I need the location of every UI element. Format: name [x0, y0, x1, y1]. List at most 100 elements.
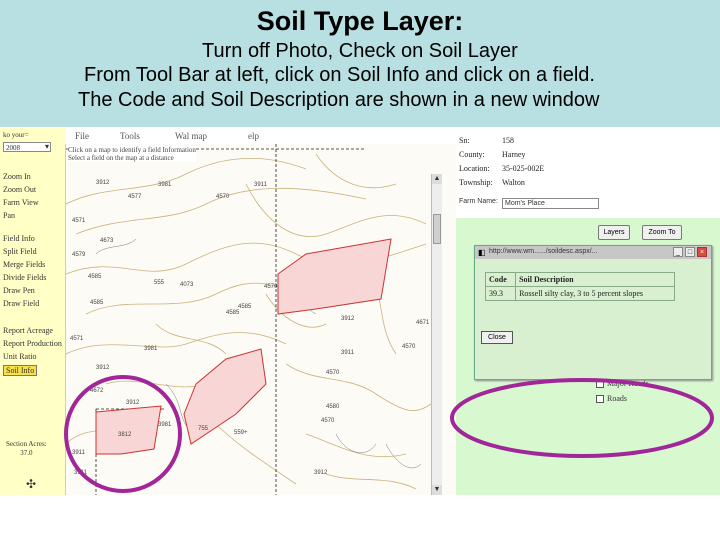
soil-map-svg[interactable]: 3912 3981 3911 4577 4570 4571 4673 4579 4585 555 4… [66, 144, 456, 495]
app-window: ko your= 2008 Zoom In Zoom Out Farm View Pa… [0, 128, 720, 495]
info-sn-label: Sn: [459, 136, 470, 145]
map-soil-label: 4570 [264, 284, 278, 290]
scroll-up-icon[interactable]: ▲ [432, 174, 442, 184]
info-location-value: 35-025-002E [502, 164, 545, 173]
map-soil-label: 3912 [126, 400, 140, 406]
map-soil-label: 4570 [321, 418, 335, 424]
map-message-line-2: Select a field on the map at a distance [68, 154, 174, 162]
tool-farm-view[interactable]: Farm View [3, 198, 39, 207]
info-sn-value: 158 [502, 136, 514, 145]
tool-report-production[interactable]: Report Production [3, 339, 62, 348]
map-soil-label: 3981 [158, 422, 172, 428]
map-soil-label: 559+ [234, 430, 248, 436]
farm-name-field: Farm Name: Mom's Place [459, 198, 601, 209]
map-soil-label: 3911 [254, 182, 268, 188]
map-soil-label: 3981 [158, 182, 172, 188]
tool-merge-fields[interactable]: Merge Fields [3, 260, 45, 269]
tool-draw-field[interactable]: Draw Field [3, 299, 39, 308]
menu-file[interactable]: File [75, 131, 89, 141]
map-soil-label: 555 [154, 280, 165, 286]
tool-unit-ratio[interactable]: Unit Ratio [3, 352, 37, 361]
selected-field-2 [183, 348, 267, 445]
map-soil-label: 3912 [96, 180, 110, 186]
map-view[interactable]: 3912 3981 3911 4577 4570 4571 4673 4579 4585 555 4… [66, 144, 456, 495]
map-soil-label: 3911 [72, 450, 86, 456]
map-soil-label: 4585 [88, 274, 102, 280]
tool-divide-fields[interactable]: Divide Fields [3, 273, 46, 282]
menu-tools[interactable]: Tools [120, 131, 140, 141]
table-row: 39.3 Rossell silty clay, 3 to 5 percent … [484, 286, 675, 301]
map-scrollbar[interactable]: ▲ ▼ [431, 174, 442, 495]
instruction-line-3: The Code and Soil Description are shown … [78, 89, 600, 111]
tool-pan[interactable]: Pan [3, 211, 15, 220]
scroll-thumb[interactable] [433, 214, 441, 244]
info-county-value: Harney [502, 150, 526, 159]
map-soil-label: 4579 [72, 252, 86, 258]
tool-sidebar: ko your= 2008 Zoom In Zoom Out Farm View Pa… [0, 128, 66, 495]
close-icon[interactable]: × [697, 247, 707, 257]
major-roads-box[interactable] [596, 380, 604, 389]
slide-header: Soil Type Layer: Turn off Photo, Check o… [0, 0, 720, 127]
instruction-line-2: From Tool Bar at left, click on Soil Inf… [84, 64, 595, 86]
tool-soil-info[interactable]: Soil Info [3, 365, 38, 376]
info-location-label: Location: [459, 164, 490, 173]
soil-table: Code Soil Description 39.3 Rossell silty… [484, 272, 675, 301]
map-soil-label: 4672 [90, 388, 104, 394]
tool-split-field[interactable]: Split Field [3, 247, 37, 256]
maximize-icon[interactable]: □ [685, 247, 695, 257]
menu-wal-map[interactable]: Wal map [175, 131, 207, 141]
map-soil-label: 4671 [416, 320, 430, 326]
map-soil-label: 4580 [326, 404, 340, 410]
farm-name-label: Farm Name: [459, 198, 498, 205]
map-soil-label: 4577 [128, 194, 142, 200]
map-message: Click on a map to identify a field Infor… [68, 146, 196, 162]
map-message-line-1: Click on a map to identify a field Infor… [68, 146, 196, 154]
col-description: Soil Description [515, 272, 675, 287]
map-labels: 3912 3981 3911 4577 4570 4571 4673 4579 4585 555 4… [70, 180, 430, 476]
tool-report-acreage[interactable]: Report Acreage [3, 326, 53, 335]
major-roads-label: Major Roads [607, 379, 649, 388]
tool-draw-pen[interactable]: Draw Pen [3, 286, 35, 295]
map-soil-label: 755 [198, 426, 209, 432]
layers-button[interactable]: Layers [598, 225, 630, 240]
major-roads-checkbox[interactable]: Major Roads [596, 379, 649, 389]
map-soil-label: 4571 [70, 336, 84, 342]
roads-checkbox[interactable]: Roads [596, 394, 627, 404]
map-soil-label: 4585 [90, 300, 104, 306]
tool-zoom-out[interactable]: Zoom Out [3, 185, 36, 194]
map-soil-label: 4570 [216, 194, 230, 200]
popup-url: http://www.wm....../soildesc.aspx/... [489, 248, 598, 255]
map-soil-label: 3981 [144, 346, 158, 352]
tool-field-info[interactable]: Field Info [3, 234, 35, 243]
map-soil-label: 3812 [118, 432, 132, 438]
info-county-label: County: [459, 150, 485, 159]
compass-icon: ✣ [26, 477, 37, 491]
menu-help[interactable]: elp [248, 131, 259, 141]
map-soil-label: 4073 [180, 282, 194, 288]
scroll-down-icon[interactable]: ▼ [432, 485, 442, 495]
soil-info-popup: ◧ http://www.wm....../soildesc.aspx/... … [474, 245, 712, 380]
farm-name-input[interactable]: Mom's Place [502, 198, 599, 209]
map-soil-label: 4673 [100, 238, 114, 244]
year-select[interactable]: 2008 [3, 142, 51, 152]
map-soil-label: 4570 [402, 344, 416, 350]
instruction-line-1: Turn off Photo, Check on Soil Layer [202, 40, 518, 62]
slide-title: Soil Type Layer: [256, 6, 464, 36]
map-soil-label: 3911 [341, 350, 355, 356]
roads-box[interactable] [596, 395, 604, 404]
tool-zoom-in[interactable]: Zoom In [3, 172, 31, 181]
selected-field-1 [277, 238, 392, 315]
map-soil-label: 4570 [326, 370, 340, 376]
menu-bar: File Tools Wal map elp [65, 128, 455, 144]
soil-code: 39.3 [484, 286, 517, 301]
zoom-to-button[interactable]: Zoom To [642, 225, 682, 240]
minimize-icon[interactable]: _ [673, 247, 683, 257]
selected-field-3 [95, 405, 162, 455]
roads-label: Roads [607, 394, 627, 403]
map-soil-label: 4585 [238, 304, 252, 310]
soil-description: Rossell silty clay, 3 to 5 percent slope… [515, 286, 675, 301]
year-label: ko your= [3, 131, 29, 139]
browser-icon: ◧ [478, 248, 486, 257]
close-button[interactable]: Close [481, 331, 513, 344]
soil-table-header: Code Soil Description [484, 272, 675, 287]
